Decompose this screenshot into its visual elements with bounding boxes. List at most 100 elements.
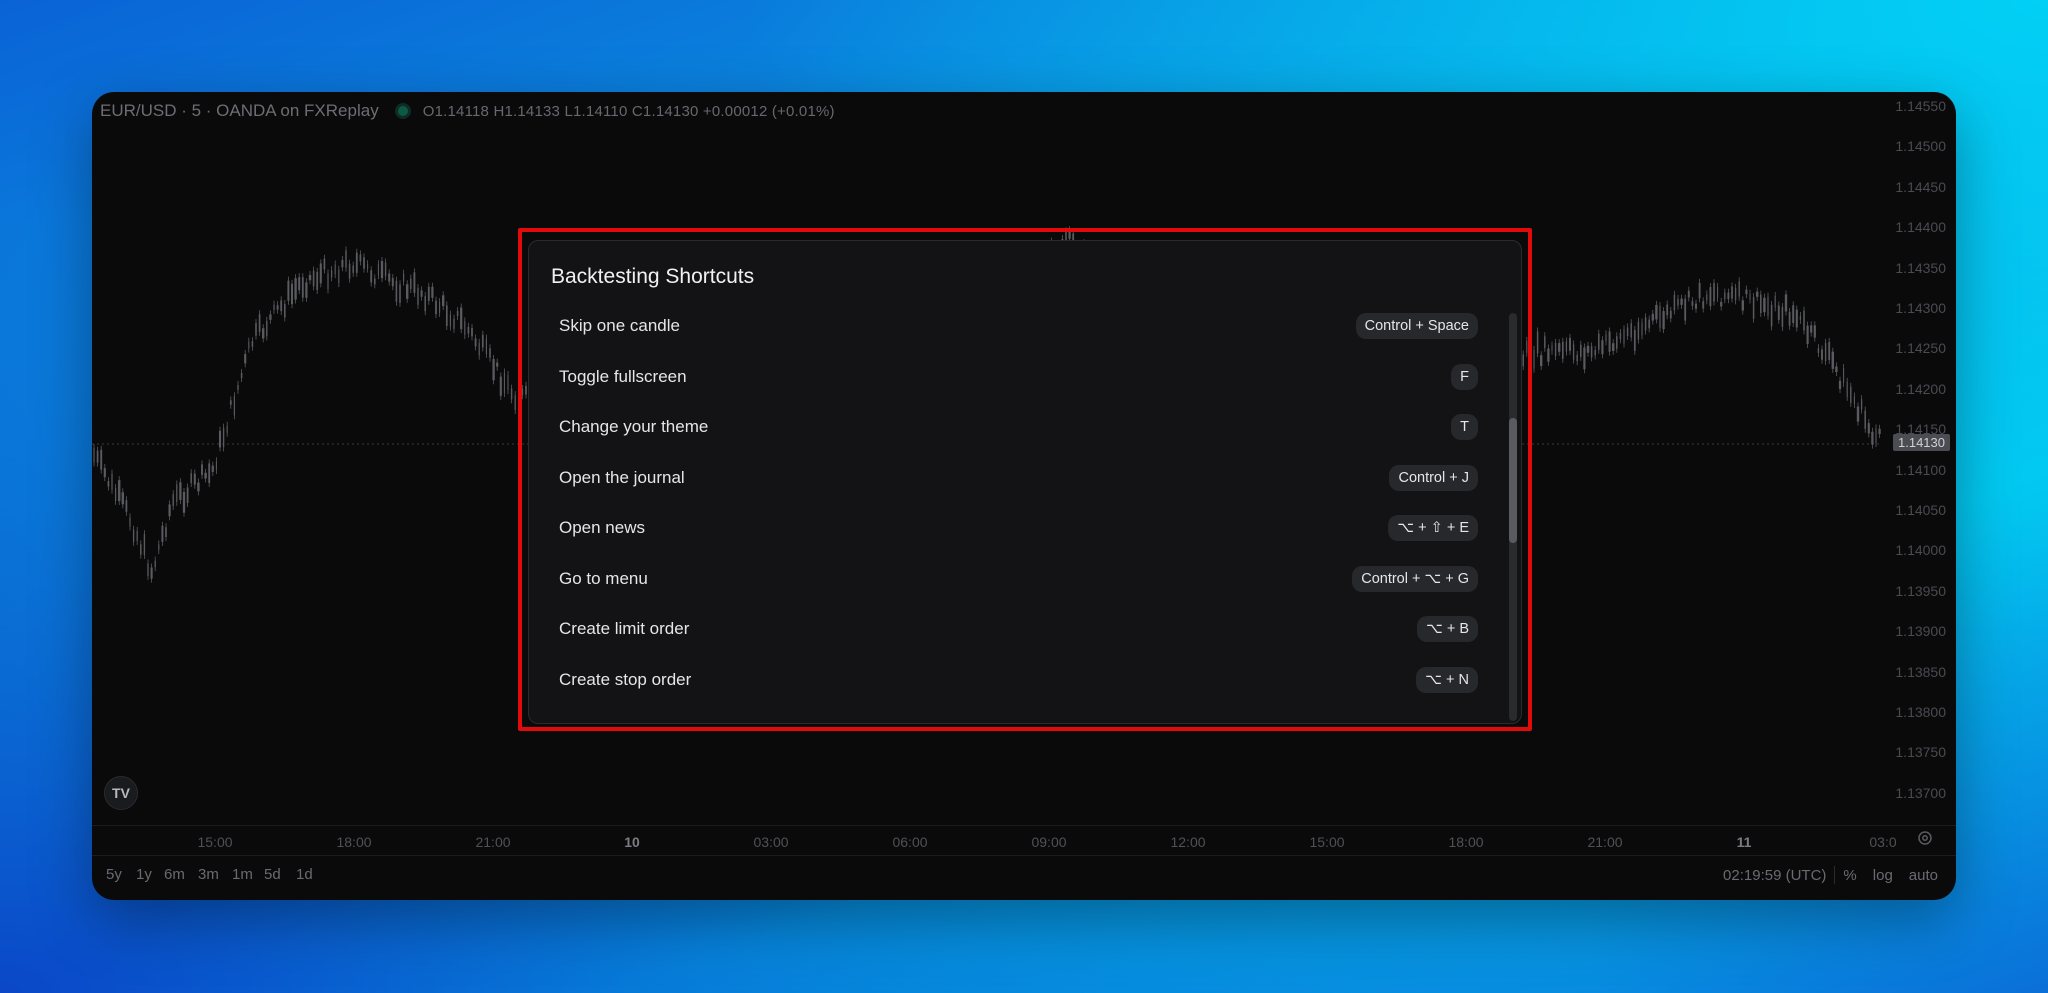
candle-body (1781, 307, 1784, 327)
candle-body (1831, 351, 1835, 369)
candle-body (1706, 294, 1708, 301)
candle-body (143, 534, 146, 555)
candle-body (338, 269, 340, 284)
utc-clock[interactable]: 02:19:59 (UTC) (1715, 867, 1834, 884)
range-button-1m[interactable]: 1m (232, 866, 253, 883)
time-tick-label: 03:00 (753, 834, 789, 850)
candle-body (1565, 341, 1568, 352)
candle-body (1637, 321, 1640, 340)
candle-body (1720, 301, 1723, 307)
candle-body (136, 530, 138, 541)
candle-body (117, 480, 121, 502)
price-axis[interactable]: 1.14550 1.14500 1.14450 1.14400 1.14350 1.143… (1886, 92, 1956, 822)
range-button-1d[interactable]: 1d (296, 866, 313, 883)
candle-body (319, 263, 322, 284)
candle-body (294, 278, 297, 300)
candle-body (1601, 340, 1604, 355)
range-button-1y[interactable]: 1y (136, 866, 152, 883)
time-tick-label: 15:00 (1309, 834, 1345, 850)
candle-body (1648, 319, 1651, 329)
candle-body (405, 284, 409, 299)
candle-body (1680, 298, 1683, 305)
ohlc-readout: O1.14118 H1.14133 L1.14110 C1.14130 +0.0… (422, 102, 835, 120)
price-tick-label: 1.13950 (1895, 582, 1946, 599)
candle-body (1590, 346, 1593, 358)
candle-body (1580, 344, 1582, 357)
candle-body (1558, 343, 1561, 352)
price-tick-label: 1.14400 (1895, 219, 1946, 236)
auto-toggle[interactable]: auto (1901, 867, 1946, 884)
candle-body (1687, 290, 1690, 298)
candle-body (1843, 368, 1845, 383)
candle-body (1856, 406, 1860, 422)
price-tick-label: 1.14450 (1895, 178, 1946, 195)
candle-body (341, 259, 344, 268)
candle-body (132, 529, 135, 542)
candle-body (298, 277, 301, 291)
candle-body (327, 273, 329, 290)
candle-body (269, 314, 272, 320)
candle-body (168, 504, 171, 517)
candle-body (1867, 423, 1870, 434)
candle-body (489, 348, 491, 358)
candle-body (391, 278, 394, 287)
gear-icon[interactable] (1916, 829, 1934, 847)
candle-body (1878, 428, 1881, 435)
candle-body (1860, 399, 1863, 410)
percent-toggle[interactable]: % (1835, 867, 1864, 884)
candle-body (1583, 347, 1586, 370)
time-tick-label: 21:00 (1587, 834, 1623, 850)
range-button-5d[interactable]: 5d (264, 866, 281, 883)
candle-body (510, 388, 513, 400)
candle-body (201, 464, 203, 475)
candle-body (1662, 311, 1665, 330)
candle-body (182, 492, 186, 513)
candle-body (280, 300, 283, 312)
range-button-5y[interactable]: 5y (106, 866, 122, 883)
candle-body (355, 252, 358, 273)
candle-body (266, 320, 268, 337)
candle-body (1738, 281, 1740, 297)
candle-body (308, 274, 312, 281)
candle-body (1651, 313, 1654, 321)
candle-body (1846, 381, 1848, 397)
candle-body (1666, 304, 1669, 316)
range-button-6m[interactable]: 6m (164, 866, 185, 883)
candle-body (1734, 287, 1737, 301)
log-toggle[interactable]: log (1865, 867, 1901, 884)
tradingview-logo-icon[interactable]: TV (104, 776, 138, 810)
candle-body (150, 567, 153, 579)
price-tick-label: 1.13700 (1895, 784, 1946, 801)
candle-body (1774, 295, 1776, 308)
price-tick-label: 1.14550 (1895, 98, 1946, 114)
candle-body (233, 396, 236, 416)
candle-body (251, 341, 254, 347)
candle-body (215, 461, 217, 471)
candle-body (367, 264, 369, 269)
candle-body (1777, 305, 1780, 320)
candle-body (1799, 315, 1802, 320)
range-button-3m[interactable]: 3m (198, 866, 219, 883)
candle-body (474, 338, 477, 347)
candle-body (1702, 301, 1705, 309)
candle-body (186, 487, 189, 504)
candle-body (255, 323, 257, 336)
candle-body (478, 342, 480, 356)
time-tick-label: 12:00 (1170, 834, 1206, 850)
candle-body (1788, 311, 1791, 326)
candle-body (413, 272, 416, 293)
candle-body (323, 258, 326, 270)
time-tick-label: 06:00 (892, 834, 928, 850)
price-tick-label: 1.13850 (1895, 663, 1946, 680)
candle-body (471, 327, 473, 337)
time-axis[interactable]: 15:00 18:00 21:00 10 03:00 06:00 09:00 12:00 15:… (92, 825, 1956, 856)
time-tick-label: 15:00 (197, 834, 233, 850)
candle-body (370, 270, 373, 283)
candle-body (161, 525, 164, 542)
candle-body (301, 277, 304, 298)
candle-body (1767, 296, 1769, 316)
candle-body (305, 282, 308, 298)
candle-body (1763, 297, 1766, 313)
symbol-title[interactable]: EUR/USD · 5 · OANDA on FXReplay (100, 101, 379, 121)
candle-body (1626, 327, 1629, 337)
